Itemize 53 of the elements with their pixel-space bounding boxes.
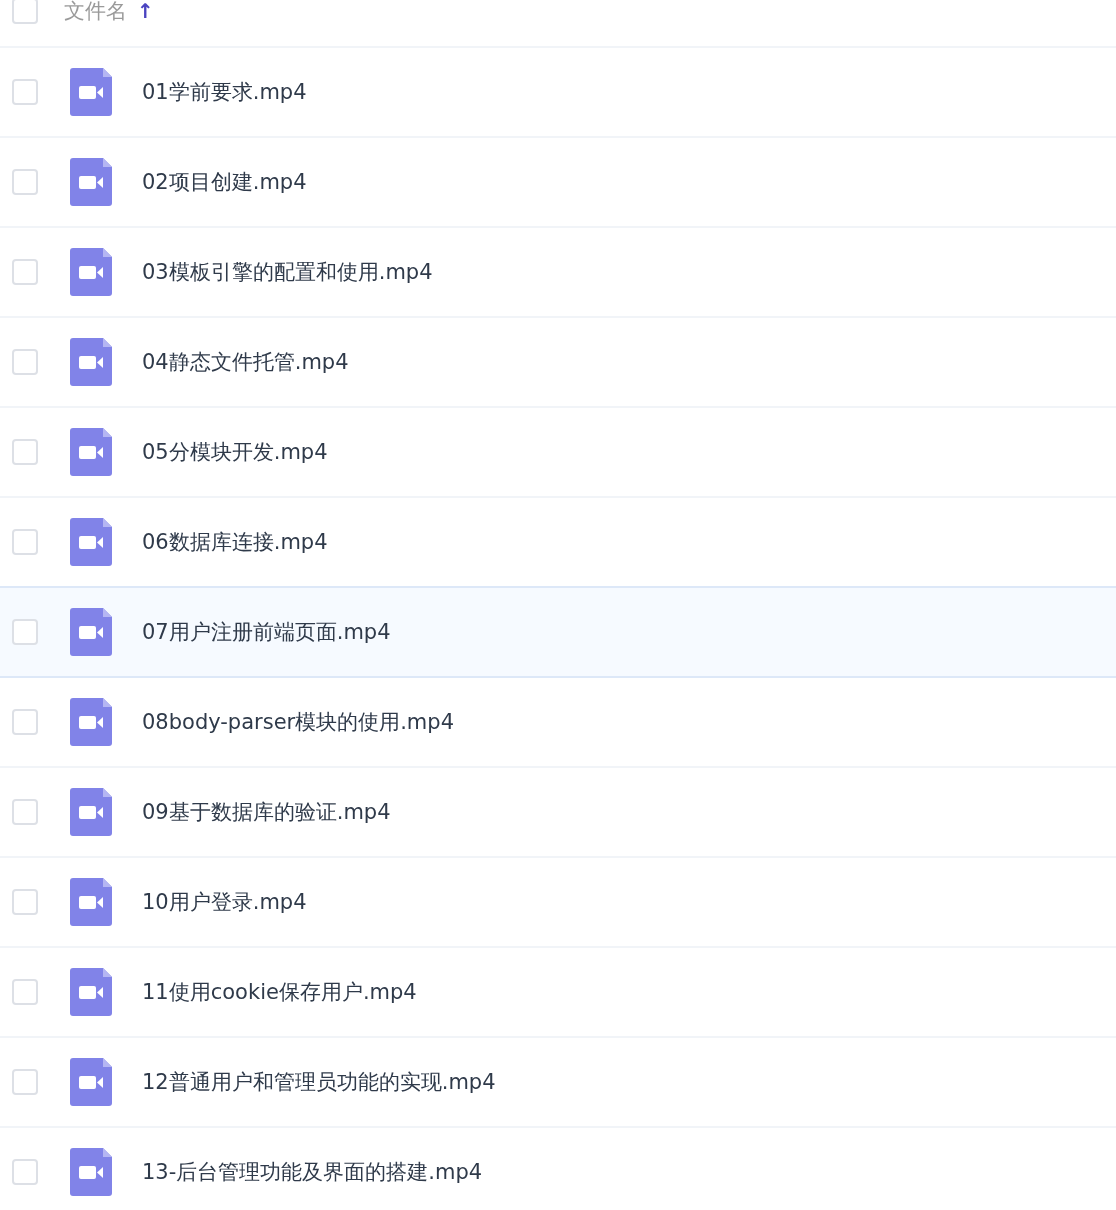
file-row[interactable]: 07用户注册前端页面.mp4 <box>0 586 1116 678</box>
file-name[interactable]: 13-后台管理功能及界面的搭建.mp4 <box>142 1158 483 1186</box>
video-file-icon <box>70 608 112 656</box>
checkbox[interactable] <box>12 79 38 105</box>
file-name[interactable]: 04静态文件托管.mp4 <box>142 348 349 376</box>
checkbox[interactable] <box>12 889 38 915</box>
file-row[interactable]: 11使用cookie保存用户.mp4 <box>0 948 1116 1038</box>
checkbox[interactable] <box>12 709 38 735</box>
file-row[interactable]: 01学前要求.mp4 <box>0 48 1116 138</box>
checkbox[interactable] <box>12 439 38 465</box>
file-name[interactable]: 11使用cookie保存用户.mp4 <box>142 978 417 1006</box>
file-row[interactable]: 08body-parser模块的使用.mp4 <box>0 678 1116 768</box>
file-row[interactable]: 03模板引擎的配置和使用.mp4 <box>0 228 1116 318</box>
file-name[interactable]: 08body-parser模块的使用.mp4 <box>142 708 455 736</box>
checkbox[interactable] <box>12 529 38 555</box>
video-file-icon <box>70 788 112 836</box>
video-file-icon <box>70 338 112 386</box>
video-file-icon <box>70 248 112 296</box>
file-row[interactable]: 02项目创建.mp4 <box>0 138 1116 228</box>
file-name[interactable]: 02项目创建.mp4 <box>142 168 307 196</box>
file-name[interactable]: 05分模块开发.mp4 <box>142 438 328 466</box>
file-row[interactable]: 12普通用户和管理员功能的实现.mp4 <box>0 1038 1116 1128</box>
video-file-icon <box>70 878 112 926</box>
file-row[interactable]: 09基于数据库的验证.mp4 <box>0 768 1116 858</box>
checkbox[interactable] <box>12 169 38 195</box>
select-all-checkbox[interactable] <box>12 0 38 24</box>
video-file-icon <box>70 1148 112 1196</box>
file-name[interactable]: 10用户登录.mp4 <box>142 888 307 916</box>
checkbox[interactable] <box>12 259 38 285</box>
video-file-icon <box>70 1058 112 1106</box>
file-name[interactable]: 09基于数据库的验证.mp4 <box>142 798 391 826</box>
file-name[interactable]: 03模板引擎的配置和使用.mp4 <box>142 258 433 286</box>
file-row[interactable]: 04静态文件托管.mp4 <box>0 318 1116 408</box>
checkbox[interactable] <box>12 979 38 1005</box>
checkbox[interactable] <box>12 799 38 825</box>
video-file-icon <box>70 518 112 566</box>
file-name[interactable]: 12普通用户和管理员功能的实现.mp4 <box>142 1068 496 1096</box>
file-row[interactable]: 13-后台管理功能及界面的搭建.mp4 <box>0 1128 1116 1210</box>
file-name[interactable]: 06数据库连接.mp4 <box>142 528 328 556</box>
checkbox[interactable] <box>12 1069 38 1095</box>
video-file-icon <box>70 68 112 116</box>
file-row[interactable]: 05分模块开发.mp4 <box>0 408 1116 498</box>
file-name[interactable]: 07用户注册前端页面.mp4 <box>142 618 391 646</box>
video-file-icon <box>70 698 112 746</box>
video-file-icon <box>70 158 112 206</box>
file-name[interactable]: 01学前要求.mp4 <box>142 78 307 106</box>
checkbox[interactable] <box>12 1159 38 1185</box>
file-row[interactable]: 10用户登录.mp4 <box>0 858 1116 948</box>
checkbox[interactable] <box>12 619 38 645</box>
checkbox[interactable] <box>12 349 38 375</box>
video-file-icon <box>70 968 112 1016</box>
sort-arrow[interactable]: ↑ <box>137 0 154 23</box>
video-file-icon <box>70 428 112 476</box>
